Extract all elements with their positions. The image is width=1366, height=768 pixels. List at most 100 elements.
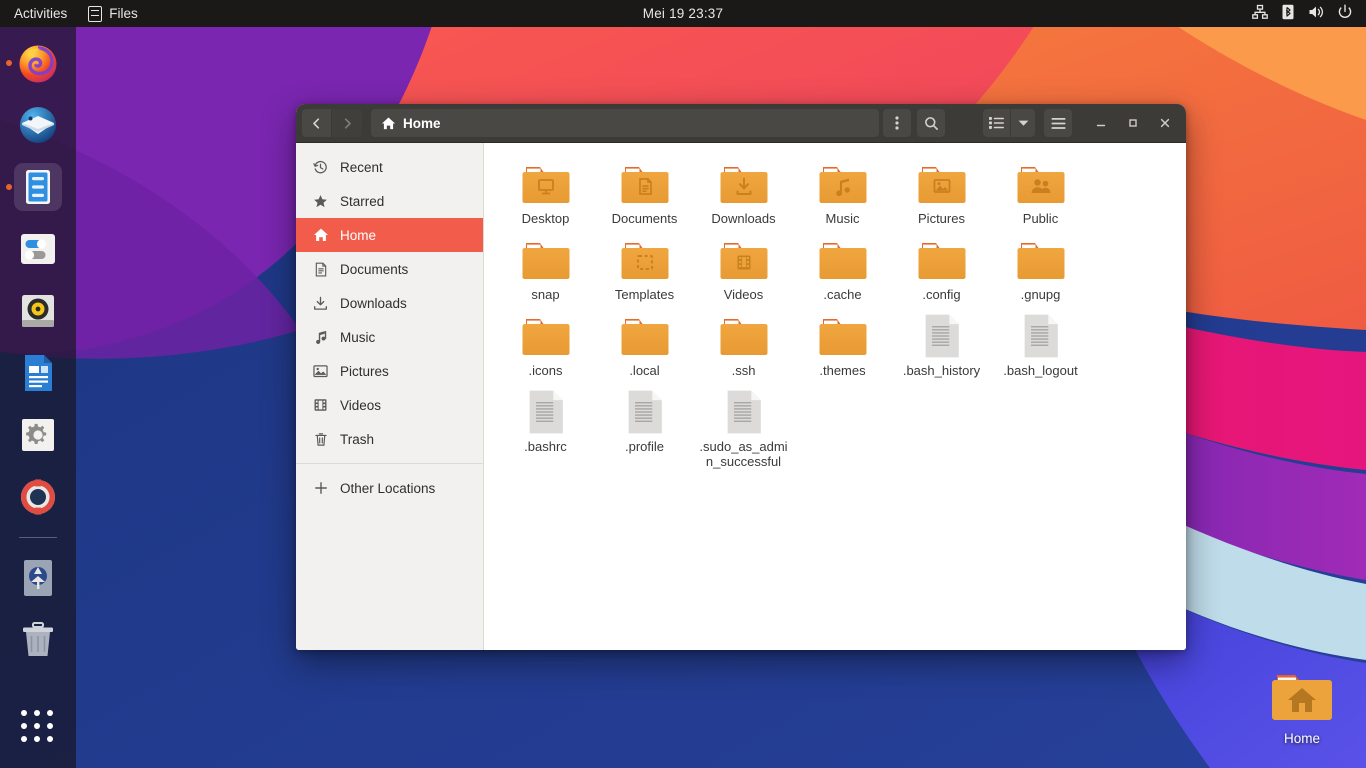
sidebar-item-other-locations[interactable]: Other Locations bbox=[296, 471, 483, 505]
file-name: Documents bbox=[611, 211, 678, 226]
sidebar-item-music[interactable]: Music bbox=[296, 320, 483, 354]
file-name: Music bbox=[825, 211, 860, 226]
app-menu-button[interactable]: Files bbox=[79, 0, 147, 27]
close-button[interactable] bbox=[1152, 110, 1178, 136]
dock-item-firefox[interactable] bbox=[14, 39, 62, 87]
grid-view-button[interactable] bbox=[983, 109, 1011, 137]
file-item[interactable]: .bashrc bbox=[496, 385, 595, 469]
files-window: Home Recent Starred Home Documents Downl… bbox=[296, 104, 1186, 650]
file-name: Desktop bbox=[521, 211, 570, 226]
sidebar-item-home[interactable]: Home bbox=[296, 218, 483, 252]
folder-icon-cache bbox=[818, 237, 868, 283]
folder-icon-local bbox=[620, 313, 670, 359]
dock-item-trash[interactable] bbox=[14, 616, 62, 664]
show-applications-button[interactable] bbox=[14, 702, 62, 750]
chevron-right-icon bbox=[344, 117, 351, 129]
maximize-button[interactable] bbox=[1120, 110, 1146, 136]
file-name: Videos bbox=[723, 287, 764, 302]
file-item[interactable]: Templates bbox=[595, 233, 694, 307]
file-item[interactable]: .ssh bbox=[694, 309, 793, 383]
hamburger-icon bbox=[1050, 117, 1066, 129]
dock-item-rhythmbox[interactable] bbox=[14, 287, 62, 335]
folder-icon-icons bbox=[521, 313, 571, 359]
places-sidebar: Recent Starred Home Documents Downloads … bbox=[296, 143, 484, 650]
file-item[interactable]: Documents bbox=[595, 157, 694, 231]
desktop-icon-home[interactable]: Home bbox=[1252, 669, 1352, 746]
file-item[interactable]: .profile bbox=[595, 385, 694, 469]
view-options-dropdown[interactable] bbox=[1011, 109, 1035, 137]
chevron-left-icon bbox=[313, 117, 320, 129]
file-item[interactable]: Public bbox=[991, 157, 1090, 231]
dock-item-libreoffice-writer[interactable] bbox=[14, 349, 62, 397]
file-item[interactable]: Desktop bbox=[496, 157, 595, 231]
maximize-icon bbox=[1129, 119, 1137, 127]
pathbar-home-button[interactable]: Home bbox=[371, 109, 879, 137]
file-item[interactable]: .bash_history bbox=[892, 309, 991, 383]
home-icon bbox=[312, 227, 329, 243]
search-button[interactable] bbox=[917, 109, 945, 137]
file-item[interactable]: .icons bbox=[496, 309, 595, 383]
film-icon bbox=[312, 398, 329, 412]
sidebar-item-downloads[interactable]: Downloads bbox=[296, 286, 483, 320]
app-menu-label: Files bbox=[109, 6, 138, 21]
minimize-button[interactable] bbox=[1088, 110, 1114, 136]
files-icon bbox=[88, 5, 103, 22]
sidebar-item-label: Recent bbox=[340, 159, 383, 175]
folder-icon-snap bbox=[521, 237, 571, 283]
file-name: Pictures bbox=[918, 211, 965, 226]
bluetooth-icon bbox=[1280, 4, 1296, 23]
file-name: .profile bbox=[624, 439, 665, 454]
file-item[interactable]: .config bbox=[892, 233, 991, 307]
sidebar-item-pictures[interactable]: Pictures bbox=[296, 354, 483, 388]
text-file-icon-bash-history bbox=[917, 313, 967, 359]
dock-item-help[interactable] bbox=[14, 473, 62, 521]
file-item[interactable]: Music bbox=[793, 157, 892, 231]
system-status-area[interactable] bbox=[1252, 0, 1366, 27]
dock-item-ubuntu-software[interactable] bbox=[14, 554, 62, 602]
dock-item-system-settings[interactable] bbox=[14, 411, 62, 459]
sidebar-item-starred[interactable]: Starred bbox=[296, 184, 483, 218]
clock-button[interactable]: Mei 19 23:37 bbox=[0, 6, 1366, 21]
file-item[interactable]: Downloads bbox=[694, 157, 793, 231]
file-grid-view[interactable]: Desktop Documents Downloads Music Pictur… bbox=[484, 143, 1186, 650]
file-name: Templates bbox=[614, 287, 675, 302]
folder-icon-pictures bbox=[917, 161, 967, 207]
file-item[interactable]: .gnupg bbox=[991, 233, 1090, 307]
music-note-icon bbox=[312, 330, 329, 345]
back-button[interactable] bbox=[302, 109, 332, 137]
sidebar-item-trash[interactable]: Trash bbox=[296, 422, 483, 456]
activities-button[interactable]: Activities bbox=[0, 0, 79, 27]
file-item[interactable]: .sudo_as_admin_successful bbox=[694, 385, 793, 469]
file-item[interactable]: .cache bbox=[793, 233, 892, 307]
file-item[interactable]: .themes bbox=[793, 309, 892, 383]
navigation-buttons bbox=[302, 109, 362, 137]
sidebar-item-recent[interactable]: Recent bbox=[296, 150, 483, 184]
file-name: .icons bbox=[528, 363, 563, 378]
file-item[interactable]: Videos bbox=[694, 233, 793, 307]
sidebar-item-documents[interactable]: Documents bbox=[296, 252, 483, 286]
file-name: .ssh bbox=[731, 363, 756, 378]
options-menu-button[interactable] bbox=[883, 109, 911, 137]
firefox-icon bbox=[19, 45, 57, 83]
top-bar: Activities Files Mei 19 23:37 bbox=[0, 0, 1366, 27]
sidebar-item-videos[interactable]: Videos bbox=[296, 388, 483, 422]
main-menu-button[interactable] bbox=[1044, 109, 1072, 137]
file-item[interactable]: Pictures bbox=[892, 157, 991, 231]
file-item[interactable]: .bash_logout bbox=[991, 309, 1090, 383]
file-item[interactable]: snap bbox=[496, 233, 595, 307]
dock-item-files[interactable] bbox=[14, 163, 62, 211]
dock-item-thunderbird[interactable] bbox=[14, 101, 62, 149]
sidebar-item-label: Other Locations bbox=[340, 480, 436, 496]
sidebar-item-label: Downloads bbox=[340, 295, 407, 311]
folder-icon-documents bbox=[620, 161, 670, 207]
text-file-icon-profile bbox=[620, 389, 670, 435]
home-folder-icon bbox=[1272, 675, 1332, 720]
desktop-icon-label: Home bbox=[1283, 731, 1320, 746]
file-name: .bash_history bbox=[902, 363, 981, 378]
folder-icon-config bbox=[917, 237, 967, 283]
dock-item-settings[interactable] bbox=[14, 225, 62, 273]
forward-button[interactable] bbox=[332, 109, 362, 137]
file-item[interactable]: .local bbox=[595, 309, 694, 383]
file-name: .local bbox=[629, 363, 660, 378]
text-file-icon-sudo-as-admin-successful bbox=[719, 389, 769, 435]
